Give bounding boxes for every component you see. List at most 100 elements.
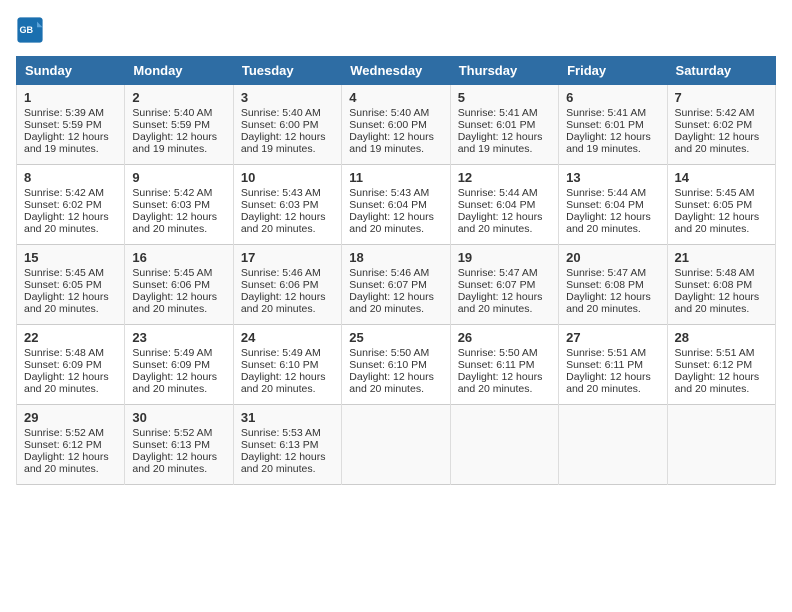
- calendar-cell: 3Sunrise: 5:40 AMSunset: 6:00 PMDaylight…: [233, 85, 341, 165]
- calendar-cell: 31Sunrise: 5:53 AMSunset: 6:13 PMDayligh…: [233, 405, 341, 485]
- day-info-line: Sunrise: 5:49 AM: [241, 347, 334, 359]
- day-number: 14: [675, 170, 768, 185]
- calendar-week-row: 8Sunrise: 5:42 AMSunset: 6:02 PMDaylight…: [17, 165, 776, 245]
- day-info-line: Sunset: 6:01 PM: [566, 119, 659, 131]
- day-info-line: Sunrise: 5:48 AM: [24, 347, 117, 359]
- day-info-line: Sunrise: 5:52 AM: [24, 427, 117, 439]
- day-info-line: and 20 minutes.: [24, 223, 117, 235]
- day-info-line: Sunset: 6:06 PM: [132, 279, 225, 291]
- calendar-week-row: 1Sunrise: 5:39 AMSunset: 5:59 PMDaylight…: [17, 85, 776, 165]
- header-saturday: Saturday: [667, 57, 775, 85]
- calendar-table: SundayMondayTuesdayWednesdayThursdayFrid…: [16, 56, 776, 485]
- day-number: 25: [349, 330, 442, 345]
- header-sunday: Sunday: [17, 57, 125, 85]
- day-number: 10: [241, 170, 334, 185]
- day-info-line: Sunrise: 5:44 AM: [458, 187, 551, 199]
- calendar-cell: 2Sunrise: 5:40 AMSunset: 5:59 PMDaylight…: [125, 85, 233, 165]
- logo-icon: GB: [16, 16, 44, 44]
- day-info-line: Sunrise: 5:41 AM: [458, 107, 551, 119]
- day-info-line: Sunrise: 5:43 AM: [349, 187, 442, 199]
- day-info-line: Sunrise: 5:45 AM: [675, 187, 768, 199]
- calendar-cell: 27Sunrise: 5:51 AMSunset: 6:11 PMDayligh…: [559, 325, 667, 405]
- day-number: 6: [566, 90, 659, 105]
- day-info-line: Sunset: 6:04 PM: [349, 199, 442, 211]
- day-info-line: and 20 minutes.: [349, 383, 442, 395]
- page-header: GB: [16, 16, 776, 44]
- header-wednesday: Wednesday: [342, 57, 450, 85]
- day-number: 21: [675, 250, 768, 265]
- calendar-cell: 8Sunrise: 5:42 AMSunset: 6:02 PMDaylight…: [17, 165, 125, 245]
- day-info-line: Sunrise: 5:42 AM: [132, 187, 225, 199]
- calendar-cell: [559, 405, 667, 485]
- calendar-week-row: 22Sunrise: 5:48 AMSunset: 6:09 PMDayligh…: [17, 325, 776, 405]
- day-number: 5: [458, 90, 551, 105]
- day-info-line: Sunrise: 5:47 AM: [458, 267, 551, 279]
- day-info-line: Daylight: 12 hours: [675, 131, 768, 143]
- calendar-cell: 30Sunrise: 5:52 AMSunset: 6:13 PMDayligh…: [125, 405, 233, 485]
- day-info-line: Daylight: 12 hours: [675, 291, 768, 303]
- calendar-cell: 11Sunrise: 5:43 AMSunset: 6:04 PMDayligh…: [342, 165, 450, 245]
- day-info-line: Sunset: 6:04 PM: [566, 199, 659, 211]
- day-info-line: Sunset: 6:10 PM: [241, 359, 334, 371]
- day-info-line: Daylight: 12 hours: [241, 371, 334, 383]
- day-info-line: Sunset: 6:00 PM: [241, 119, 334, 131]
- day-number: 4: [349, 90, 442, 105]
- day-info-line: and 20 minutes.: [349, 303, 442, 315]
- day-info-line: Sunrise: 5:52 AM: [132, 427, 225, 439]
- day-info-line: Daylight: 12 hours: [675, 211, 768, 223]
- day-info-line: and 20 minutes.: [241, 383, 334, 395]
- calendar-cell: 6 Sunrise: 5:41 AMSunset: 6:01 PMDaylight…: [559, 85, 667, 165]
- day-info-line: Sunrise: 5:45 AM: [24, 267, 117, 279]
- day-info-line: and 19 minutes.: [132, 143, 225, 155]
- calendar-cell: 19Sunrise: 5:47 AMSunset: 6:07 PMDayligh…: [450, 245, 558, 325]
- day-info-line: and 20 minutes.: [675, 223, 768, 235]
- day-info-line: Daylight: 12 hours: [241, 131, 334, 143]
- calendar-cell: 22Sunrise: 5:48 AMSunset: 6:09 PMDayligh…: [17, 325, 125, 405]
- header-monday: Monday: [125, 57, 233, 85]
- day-info-line: Sunset: 6:11 PM: [566, 359, 659, 371]
- day-info-line: and 20 minutes.: [566, 303, 659, 315]
- calendar-cell: 7Sunrise: 5:42 AMSunset: 6:02 PMDaylight…: [667, 85, 775, 165]
- day-number: 19: [458, 250, 551, 265]
- day-info-line: Sunset: 6:12 PM: [24, 439, 117, 451]
- day-info-line: Sunset: 6:03 PM: [132, 199, 225, 211]
- day-info-line: Daylight: 12 hours: [566, 131, 659, 143]
- day-info-line: Sunrise: 5:46 AM: [241, 267, 334, 279]
- day-info-line: Daylight: 12 hours: [349, 371, 442, 383]
- calendar-cell: [342, 405, 450, 485]
- day-info-line: and 19 minutes.: [458, 143, 551, 155]
- day-number: 15: [24, 250, 117, 265]
- day-info-line: and 20 minutes.: [241, 463, 334, 475]
- day-info-line: Sunrise: 5:41 AM: [566, 107, 659, 119]
- calendar-cell: 15Sunrise: 5:45 AMSunset: 6:05 PMDayligh…: [17, 245, 125, 325]
- day-info-line: Sunset: 6:08 PM: [675, 279, 768, 291]
- calendar-cell: [667, 405, 775, 485]
- day-info-line: Sunset: 6:00 PM: [349, 119, 442, 131]
- day-info-line: Daylight: 12 hours: [132, 451, 225, 463]
- day-number: 16: [132, 250, 225, 265]
- day-info-line: Sunrise: 5:39 AM: [24, 107, 117, 119]
- day-number: 31: [241, 410, 334, 425]
- day-info-line: Daylight: 12 hours: [458, 131, 551, 143]
- day-info-line: Sunset: 6:11 PM: [458, 359, 551, 371]
- day-number: 12: [458, 170, 551, 185]
- calendar-cell: 1Sunrise: 5:39 AMSunset: 5:59 PMDaylight…: [17, 85, 125, 165]
- day-info-line: Daylight: 12 hours: [24, 211, 117, 223]
- day-info-line: and 20 minutes.: [458, 223, 551, 235]
- day-info-line: and 20 minutes.: [24, 303, 117, 315]
- day-info-line: Sunrise: 5:42 AM: [24, 187, 117, 199]
- day-info-line: and 19 minutes.: [241, 143, 334, 155]
- day-number: 29: [24, 410, 117, 425]
- day-info-line: Daylight: 12 hours: [566, 291, 659, 303]
- day-info-line: Daylight: 12 hours: [24, 131, 117, 143]
- calendar-header-row: SundayMondayTuesdayWednesdayThursdayFrid…: [17, 57, 776, 85]
- day-info-line: Daylight: 12 hours: [566, 211, 659, 223]
- day-info-line: Sunset: 6:02 PM: [675, 119, 768, 131]
- day-info-line: Sunrise: 5:40 AM: [349, 107, 442, 119]
- day-info-line: Sunset: 6:13 PM: [241, 439, 334, 451]
- day-info-line: Daylight: 12 hours: [132, 211, 225, 223]
- day-info-line: and 20 minutes.: [132, 463, 225, 475]
- calendar-cell: 17Sunrise: 5:46 AMSunset: 6:06 PMDayligh…: [233, 245, 341, 325]
- day-number: 3: [241, 90, 334, 105]
- day-number: 18: [349, 250, 442, 265]
